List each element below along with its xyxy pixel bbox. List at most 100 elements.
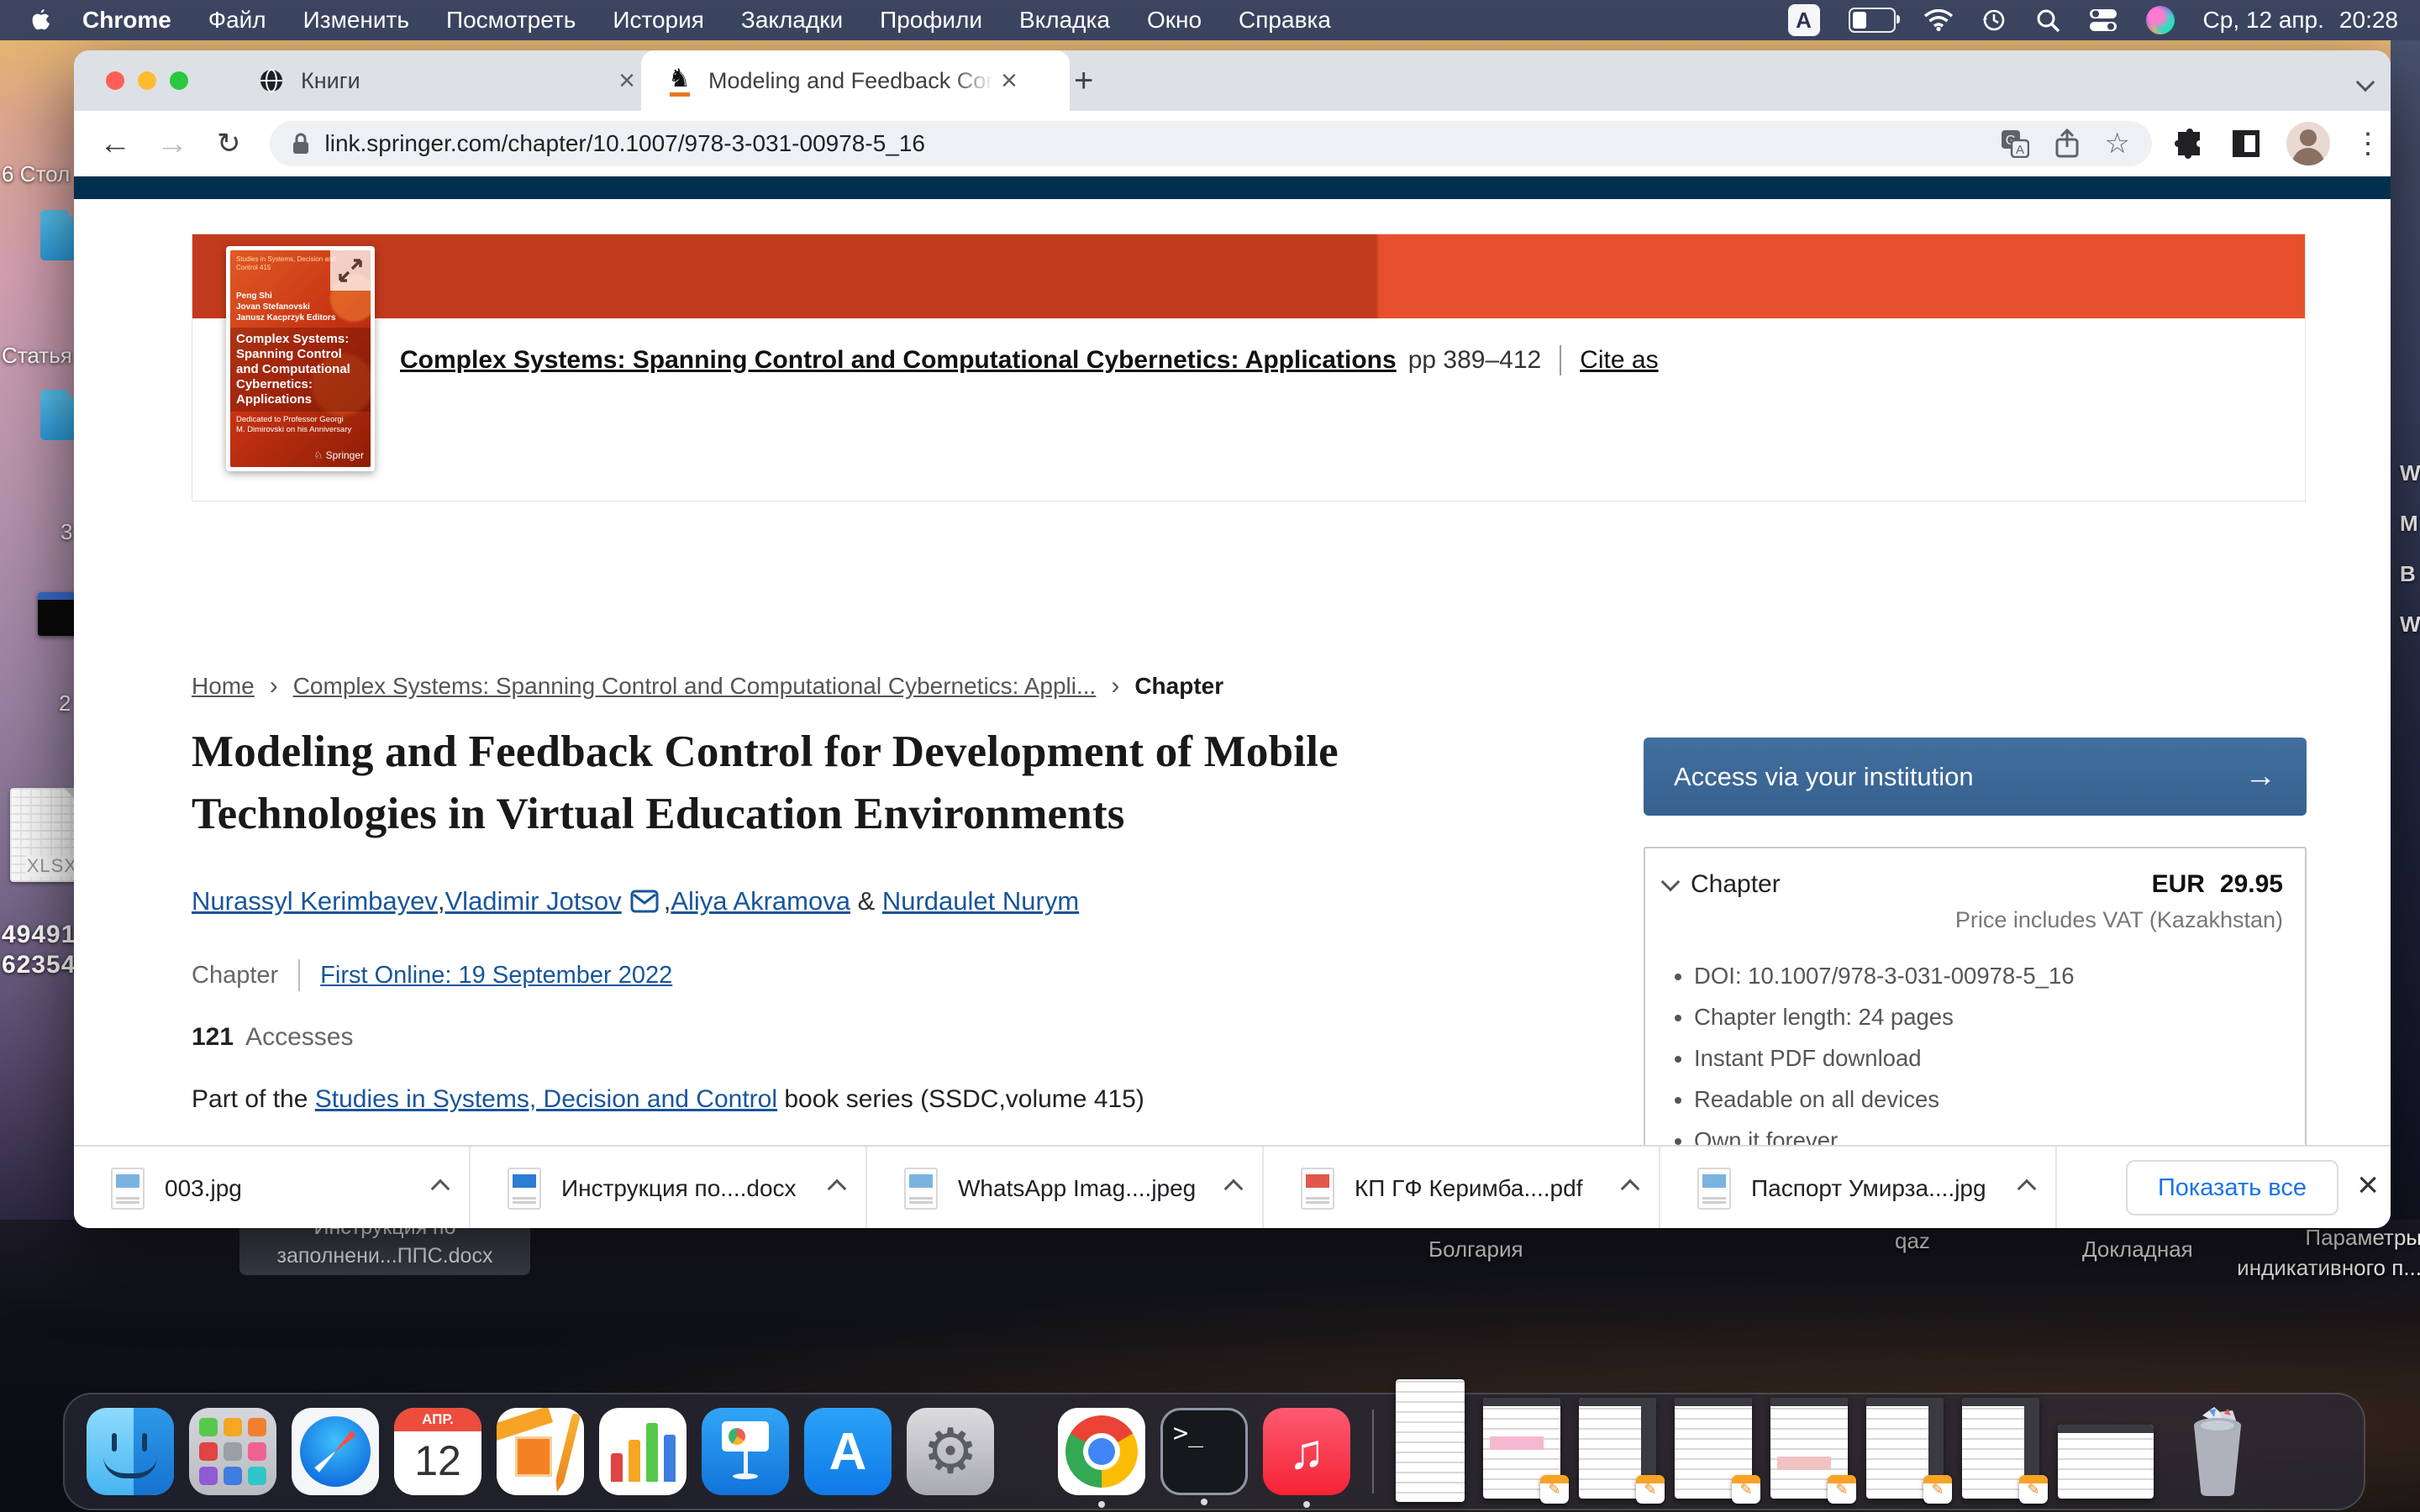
new-tab-button[interactable]: + bbox=[1074, 65, 1093, 97]
author-link[interactable]: Vladimir Jotsov bbox=[445, 886, 622, 916]
download-filename: Паспорт Умирза....jpg bbox=[1751, 1175, 2020, 1202]
chevron-up-icon[interactable] bbox=[830, 1177, 844, 1200]
menu-item-help[interactable]: Справка bbox=[1239, 7, 1331, 34]
keynote-dock-icon[interactable] bbox=[702, 1408, 789, 1495]
terminal-dock-icon[interactable]: >_ bbox=[1160, 1408, 1248, 1495]
breadcrumb-book-link[interactable]: Complex Systems: Spanning Control and Co… bbox=[293, 673, 1097, 700]
app-store-dock-icon[interactable]: A bbox=[804, 1408, 892, 1495]
apple-menu-icon[interactable] bbox=[32, 9, 50, 31]
download-item[interactable]: WhatsApp Imag....jpeg bbox=[867, 1147, 1264, 1228]
chevron-up-icon[interactable] bbox=[1227, 1177, 1240, 1200]
close-window-button[interactable] bbox=[106, 71, 124, 90]
siri-icon[interactable] bbox=[2146, 6, 2175, 34]
minimized-document-thumbnail[interactable] bbox=[2058, 1425, 2154, 1499]
chevron-up-icon[interactable] bbox=[1623, 1177, 1637, 1200]
safari-dock-icon[interactable] bbox=[292, 1408, 379, 1495]
cite-as-link[interactable]: Cite as bbox=[1580, 346, 1658, 375]
wifi-icon[interactable] bbox=[1924, 9, 1953, 31]
spotlight-search-icon[interactable] bbox=[2035, 8, 2060, 33]
chevron-up-icon[interactable] bbox=[2020, 1177, 2033, 1200]
menu-item-window[interactable]: Окно bbox=[1147, 7, 1202, 34]
back-button[interactable]: ← bbox=[99, 128, 131, 160]
tab-close-icon[interactable]: × bbox=[1001, 66, 1018, 95]
desktop-file-label[interactable]: Докладная bbox=[2082, 1236, 2193, 1263]
control-center-icon[interactable] bbox=[2089, 8, 2118, 32]
tab-search-button[interactable] bbox=[2359, 76, 2372, 93]
menu-item-chrome[interactable]: Chrome bbox=[82, 7, 171, 34]
series-link[interactable]: Studies in Systems, Decision and Control bbox=[315, 1085, 777, 1113]
menu-item-history[interactable]: История bbox=[613, 7, 704, 34]
pages-dock-icon[interactable] bbox=[497, 1408, 584, 1495]
email-icon[interactable] bbox=[630, 890, 659, 913]
tab-active-chapter[interactable]: ♞ Modeling and Feedback Contr × bbox=[641, 50, 1070, 111]
tab-close-icon[interactable]: × bbox=[618, 66, 635, 95]
desktop-label-2[interactable]: 2 bbox=[59, 690, 71, 717]
book-cover[interactable]: Studies in Systems, Decision and Control… bbox=[226, 246, 375, 471]
profile-avatar[interactable] bbox=[2286, 122, 2330, 165]
minimized-pages-document[interactable]: ✎ bbox=[1483, 1398, 1560, 1499]
show-all-downloads-button[interactable]: Показать все bbox=[2126, 1160, 2338, 1215]
chrome-menu-icon[interactable]: ⋮ bbox=[2354, 127, 2382, 160]
minimized-window-thumbnail[interactable] bbox=[1396, 1379, 1465, 1502]
download-item[interactable]: Паспорт Умирза....jpg bbox=[1660, 1147, 2057, 1228]
chevron-up-icon[interactable] bbox=[434, 1177, 447, 1200]
author-link[interactable]: Nurdaulet Nurym bbox=[882, 886, 1079, 916]
author-link[interactable]: Aliya Akramova bbox=[671, 886, 850, 916]
music-dock-icon[interactable]: ♫ bbox=[1263, 1408, 1350, 1495]
minimized-pages-document[interactable]: ✎ bbox=[1962, 1398, 2039, 1499]
menu-item-profiles[interactable]: Профили bbox=[880, 7, 982, 34]
book-title-link[interactable]: Complex Systems: Spanning Control and Co… bbox=[400, 346, 1397, 375]
minimized-pages-document[interactable]: ✎ bbox=[1675, 1398, 1752, 1499]
side-panel-icon[interactable] bbox=[2229, 127, 2263, 160]
desktop-file-label[interactable]: Параметры bbox=[2245, 1225, 2420, 1251]
battery-icon[interactable] bbox=[1849, 8, 1896, 33]
desktop-file-label[interactable]: qaz bbox=[1895, 1228, 1930, 1254]
download-item[interactable]: 003.jpg bbox=[74, 1147, 471, 1228]
desktop-xlsx-file-icon[interactable]: XLSX bbox=[10, 788, 84, 882]
system-settings-dock-icon[interactable]: ⚙ bbox=[907, 1408, 994, 1495]
finder-dock-icon[interactable] bbox=[87, 1408, 174, 1495]
first-online-link[interactable]: First Online: 19 September 2022 bbox=[320, 962, 672, 990]
zoom-window-button[interactable] bbox=[170, 71, 188, 90]
download-item[interactable]: Инструкция по....docx bbox=[471, 1147, 867, 1228]
input-source-icon[interactable]: A bbox=[1788, 4, 1820, 36]
tab-books[interactable]: Книги × bbox=[229, 50, 654, 111]
close-downloads-bar-icon[interactable]: × bbox=[2357, 1167, 2379, 1204]
minimize-window-button[interactable] bbox=[138, 71, 156, 90]
chrome-dock-icon[interactable] bbox=[1058, 1408, 1145, 1495]
jpg-file-icon bbox=[111, 1168, 145, 1210]
desktop-label-statya[interactable]: Статья bbox=[2, 343, 72, 369]
desktop-file-label[interactable]: Болгария bbox=[1428, 1236, 1523, 1263]
calendar-dock-icon[interactable]: АПР. 12 bbox=[394, 1408, 481, 1495]
author-link[interactable]: Nurassyl Kerimbayev bbox=[192, 886, 438, 916]
menu-item-tab[interactable]: Вкладка bbox=[1019, 7, 1110, 34]
menu-item-view[interactable]: Посмотреть bbox=[446, 7, 576, 34]
desktop-label-stol[interactable]: 6 Стол bbox=[2, 161, 70, 187]
access-institution-button[interactable]: Access via your institution → bbox=[1644, 738, 2307, 816]
divider bbox=[298, 959, 300, 991]
extensions-puzzle-icon[interactable] bbox=[2172, 127, 2206, 160]
bookmark-star-icon[interactable]: ☆ bbox=[2105, 127, 2130, 160]
desktop-label-3[interactable]: 3 bbox=[60, 519, 72, 545]
breadcrumb-home-link[interactable]: Home bbox=[192, 673, 255, 700]
time-machine-icon[interactable] bbox=[1981, 8, 2007, 33]
reload-button[interactable]: ↻ bbox=[217, 129, 241, 158]
menu-item-file[interactable]: Файл bbox=[208, 7, 266, 34]
desktop-file-label[interactable]: индикативного п... bbox=[2195, 1255, 2420, 1281]
address-bar[interactable]: link.springer.com/chapter/10.1007/978-3-… bbox=[270, 121, 2153, 166]
download-item[interactable]: КП ГФ Керимба....pdf bbox=[1264, 1147, 1660, 1228]
menu-clock[interactable]: Ср, 12 апр. 20:28 bbox=[2203, 7, 2398, 34]
share-icon[interactable] bbox=[2054, 129, 2080, 159]
trash-dock-icon[interactable] bbox=[2177, 1405, 2258, 1498]
menu-item-edit[interactable]: Изменить bbox=[303, 7, 409, 34]
minimized-pages-document[interactable]: ✎ bbox=[1579, 1398, 1656, 1499]
translate-icon[interactable]: GA bbox=[2001, 129, 2029, 158]
cover-expand-button[interactable] bbox=[330, 250, 371, 291]
minimized-pages-document[interactable]: ✎ bbox=[1866, 1398, 1944, 1499]
minimized-pages-document[interactable]: ✎ bbox=[1770, 1398, 1848, 1499]
menu-item-bookmarks[interactable]: Закладки bbox=[741, 7, 843, 34]
forward-button[interactable]: → bbox=[156, 128, 188, 160]
purchase-header[interactable]: Chapter EUR29.95 bbox=[1645, 848, 2305, 899]
numbers-dock-icon[interactable] bbox=[599, 1408, 687, 1495]
launchpad-dock-icon[interactable] bbox=[189, 1408, 276, 1495]
